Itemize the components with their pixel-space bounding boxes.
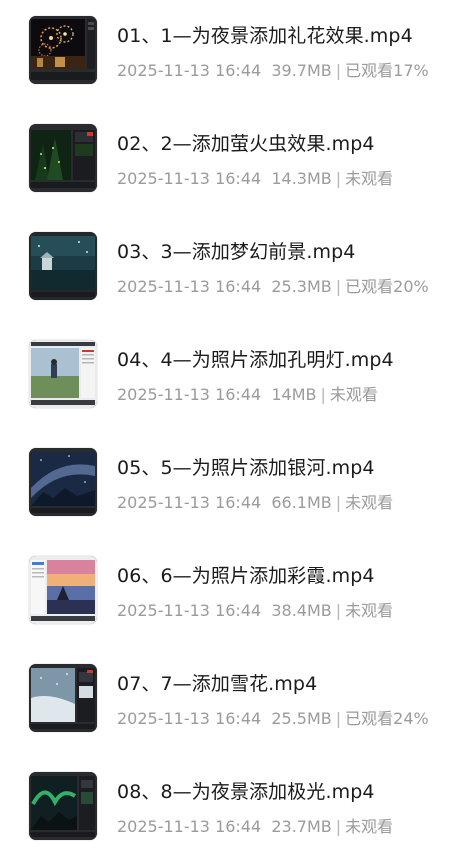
video-meta: 2025-11-13 16:44 39.7MB | 已观看17%	[117, 57, 429, 81]
divider: |	[320, 385, 326, 404]
video-title: 05、5—为照片添加银河.mp4	[117, 457, 375, 479]
video-title: 07、7—添加雪花.mp4	[117, 673, 318, 695]
watch-status: 未观看	[345, 601, 394, 620]
video-thumbnail[interactable]	[29, 16, 97, 84]
video-meta: 2025-11-13 16:44 23.7MB | 未观看	[117, 813, 393, 837]
video-title: 04、4—为照片添加孔明灯.mp4	[117, 349, 394, 371]
video-thumbnail[interactable]	[29, 556, 97, 624]
divider: |	[335, 169, 342, 188]
video-title: 08、8—为夜景添加极光.mp4	[117, 781, 375, 803]
video-date: 2025-11-13 16:44	[117, 385, 262, 404]
video-list-item[interactable]: 01、1—为夜景添加礼花效果.mp4 2025-11-13 16:44 39.7…	[0, 0, 476, 108]
video-size: 25.5MB	[271, 709, 332, 728]
watch-status: 已观看17%	[345, 61, 429, 80]
divider: |	[335, 601, 342, 620]
video-date: 2025-11-13 16:44	[117, 277, 262, 296]
video-list-item[interactable]: 06、6—为照片添加彩霞.mp4 2025-11-13 16:44 38.4MB…	[0, 540, 476, 648]
video-list-item[interactable]: 02、2—添加萤火虫效果.mp4 2025-11-13 16:44 14.3MB…	[0, 108, 476, 216]
video-date: 2025-11-13 16:44	[117, 493, 262, 512]
video-title: 06、6—为照片添加彩霞.mp4	[117, 565, 375, 587]
video-meta: 2025-11-13 16:44 25.5MB | 已观看24%	[117, 705, 429, 729]
video-size: 23.7MB	[271, 817, 332, 836]
video-date: 2025-11-13 16:44	[117, 601, 262, 620]
watch-status: 已观看24%	[345, 709, 429, 728]
video-thumbnail[interactable]	[29, 124, 97, 192]
video-file-list: 01、1—为夜景添加礼花效果.mp4 2025-11-13 16:44 39.7…	[0, 0, 476, 856]
watch-status: 已观看20%	[345, 277, 429, 296]
divider: |	[335, 61, 342, 80]
video-title: 03、3—添加梦幻前景.mp4	[117, 241, 356, 263]
video-size: 14.3MB	[271, 169, 332, 188]
video-list-item[interactable]: 07、7—添加雪花.mp4 2025-11-13 16:44 25.5MB | 已观…	[0, 648, 476, 756]
video-meta: 2025-11-13 16:44 66.1MB | 未观看	[117, 489, 393, 513]
video-thumbnail[interactable]	[29, 664, 97, 732]
video-list-item[interactable]: 08、8—为夜景添加极光.mp4 2025-11-13 16:44 23.7MB…	[0, 756, 476, 864]
video-date: 2025-11-13 16:44	[117, 169, 262, 188]
video-title: 01、1—为夜景添加礼花效果.mp4	[117, 25, 413, 47]
video-title: 02、2—添加萤火虫效果.mp4	[117, 133, 375, 155]
video-meta: 2025-11-13 16:44 14MB | 未观看	[117, 381, 378, 405]
video-list-item[interactable]: 04、4—为照片添加孔明灯.mp4 2025-11-13 16:44 14MB |…	[0, 324, 476, 432]
video-size: 66.1MB	[271, 493, 332, 512]
divider: |	[335, 709, 342, 728]
video-size: 39.7MB	[271, 61, 332, 80]
video-meta: 2025-11-13 16:44 38.4MB | 未观看	[117, 597, 393, 621]
watch-status: 未观看	[329, 385, 378, 404]
video-date: 2025-11-13 16:44	[117, 817, 262, 836]
divider: |	[335, 493, 342, 512]
video-thumbnail[interactable]	[29, 448, 97, 516]
video-list-item[interactable]: 03、3—添加梦幻前景.mp4 2025-11-13 16:44 25.3MB |…	[0, 216, 476, 324]
video-thumbnail[interactable]	[29, 232, 97, 300]
video-thumbnail[interactable]	[29, 772, 97, 840]
video-list-item[interactable]: 05、5—为照片添加银河.mp4 2025-11-13 16:44 66.1MB…	[0, 432, 476, 540]
watch-status: 未观看	[345, 817, 394, 836]
video-date: 2025-11-13 16:44	[117, 709, 262, 728]
watch-status: 未观看	[345, 493, 394, 512]
video-meta: 2025-11-13 16:44 14.3MB | 未观看	[117, 165, 393, 189]
divider: |	[335, 277, 342, 296]
video-date: 2025-11-13 16:44	[117, 61, 262, 80]
video-thumbnail[interactable]	[29, 340, 97, 408]
video-size: 25.3MB	[271, 277, 332, 296]
video-meta: 2025-11-13 16:44 25.3MB | 已观看20%	[117, 273, 429, 297]
divider: |	[335, 817, 342, 836]
video-size: 14MB	[271, 385, 317, 404]
video-size: 38.4MB	[271, 601, 332, 620]
watch-status: 未观看	[345, 169, 394, 188]
